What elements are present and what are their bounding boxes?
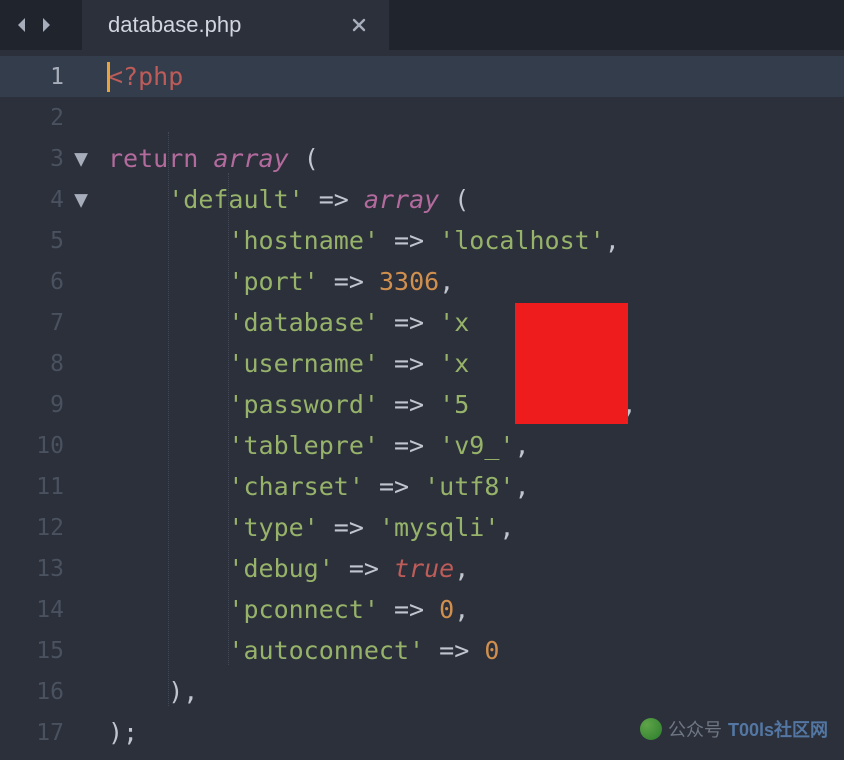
wechat-icon <box>640 718 662 740</box>
line-number: 15 <box>36 638 64 664</box>
gutter-line: 12 <box>0 507 100 548</box>
gutter-line: 6 <box>0 261 100 302</box>
editor: 123▼4▼567891011121314151617 <?php return… <box>0 50 844 760</box>
code-line: 'hostname' => 'localhost', <box>100 220 844 261</box>
code-area[interactable]: <?php return array ( 'default' => array … <box>100 50 844 760</box>
code-line: 'autoconnect' => 0 <box>100 630 844 671</box>
watermark: 公众号 T00ls社区网 <box>640 716 828 742</box>
gutter-line: 1 <box>0 56 100 97</box>
gutter-line: 13 <box>0 548 100 589</box>
gutter-line: 14 <box>0 589 100 630</box>
code-line: 'tablepre' => 'v9_', <box>100 425 844 466</box>
code-line: 'type' => 'mysqli', <box>100 507 844 548</box>
nav-back-icon[interactable] <box>12 15 32 35</box>
code-line: 'database' => 'x', <box>100 302 844 343</box>
line-number: 13 <box>36 556 64 582</box>
line-number: 5 <box>50 228 64 254</box>
redaction-block <box>515 303 628 424</box>
code-line: 'charset' => 'utf8', <box>100 466 844 507</box>
code-line: 'username' => 'x', <box>100 343 844 384</box>
gutter-line: 11 <box>0 466 100 507</box>
gutter-line: 4▼ <box>0 179 100 220</box>
nav-arrows <box>0 0 64 50</box>
tab-database-php[interactable]: database.php <box>82 0 389 50</box>
gutter-line: 16 <box>0 671 100 712</box>
close-icon[interactable] <box>351 17 367 33</box>
nav-forward-icon[interactable] <box>36 15 56 35</box>
gutter-line: 3▼ <box>0 138 100 179</box>
line-number: 9 <box>50 392 64 418</box>
code-line <box>100 97 844 138</box>
line-number: 14 <box>36 597 64 623</box>
tab-bar: database.php <box>0 0 844 50</box>
code-line: 'debug' => true, <box>100 548 844 589</box>
code-line: return array ( <box>100 138 844 179</box>
gutter-line: 2 <box>0 97 100 138</box>
code-line: 'port' => 3306, <box>100 261 844 302</box>
line-number: 12 <box>36 515 64 541</box>
line-number: 11 <box>36 474 64 500</box>
line-number: 4 <box>50 187 64 213</box>
line-number: 7 <box>50 310 64 336</box>
code-line: 'password' => '527w', <box>100 384 844 425</box>
gutter-line: 10 <box>0 425 100 466</box>
line-number: 10 <box>36 433 64 459</box>
gutter-line: 8 <box>0 343 100 384</box>
line-number: 17 <box>36 720 64 746</box>
code-line: 'default' => array ( <box>100 179 844 220</box>
gutter-line: 15 <box>0 630 100 671</box>
gutter-line: 5 <box>0 220 100 261</box>
fold-icon[interactable]: ▼ <box>72 146 90 172</box>
line-number: 16 <box>36 679 64 705</box>
line-number: 6 <box>50 269 64 295</box>
gutter: 123▼4▼567891011121314151617 <box>0 50 100 760</box>
line-number: 2 <box>50 105 64 131</box>
line-number: 1 <box>50 64 64 90</box>
gutter-line: 7 <box>0 302 100 343</box>
tab-title: database.php <box>108 12 241 38</box>
code-line: <?php <box>100 56 844 97</box>
line-number: 8 <box>50 351 64 377</box>
code-line: 'pconnect' => 0, <box>100 589 844 630</box>
cursor <box>107 62 110 92</box>
gutter-line: 17 <box>0 712 100 753</box>
gutter-line: 9 <box>0 384 100 425</box>
fold-icon[interactable]: ▼ <box>72 187 90 213</box>
code-line: ), <box>100 671 844 712</box>
line-number: 3 <box>50 146 64 172</box>
